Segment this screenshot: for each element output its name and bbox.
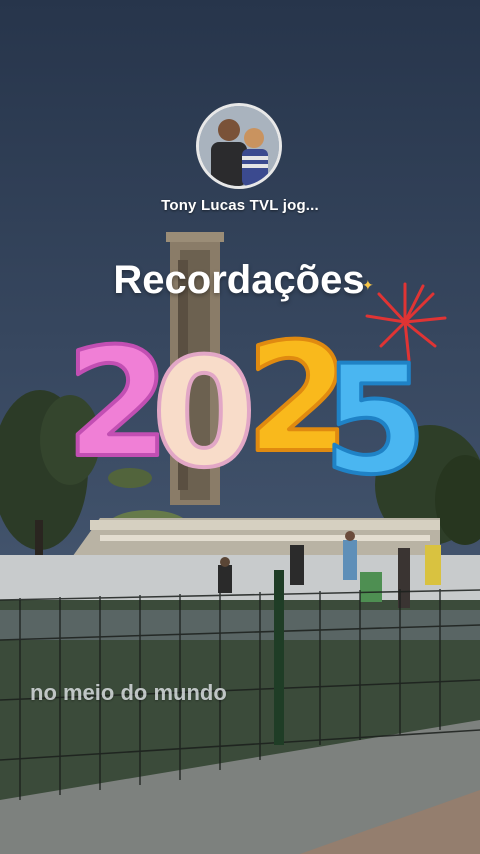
story-caption: no meio do mundo [30,680,227,705]
story-title: Recordações [113,258,365,302]
grandstand [70,518,440,560]
profile-username[interactable]: Tony Lucas TVL jog... [0,197,480,214]
avatar-photo [199,106,279,186]
profile-avatar[interactable] [196,103,282,189]
fence-post [274,570,284,745]
